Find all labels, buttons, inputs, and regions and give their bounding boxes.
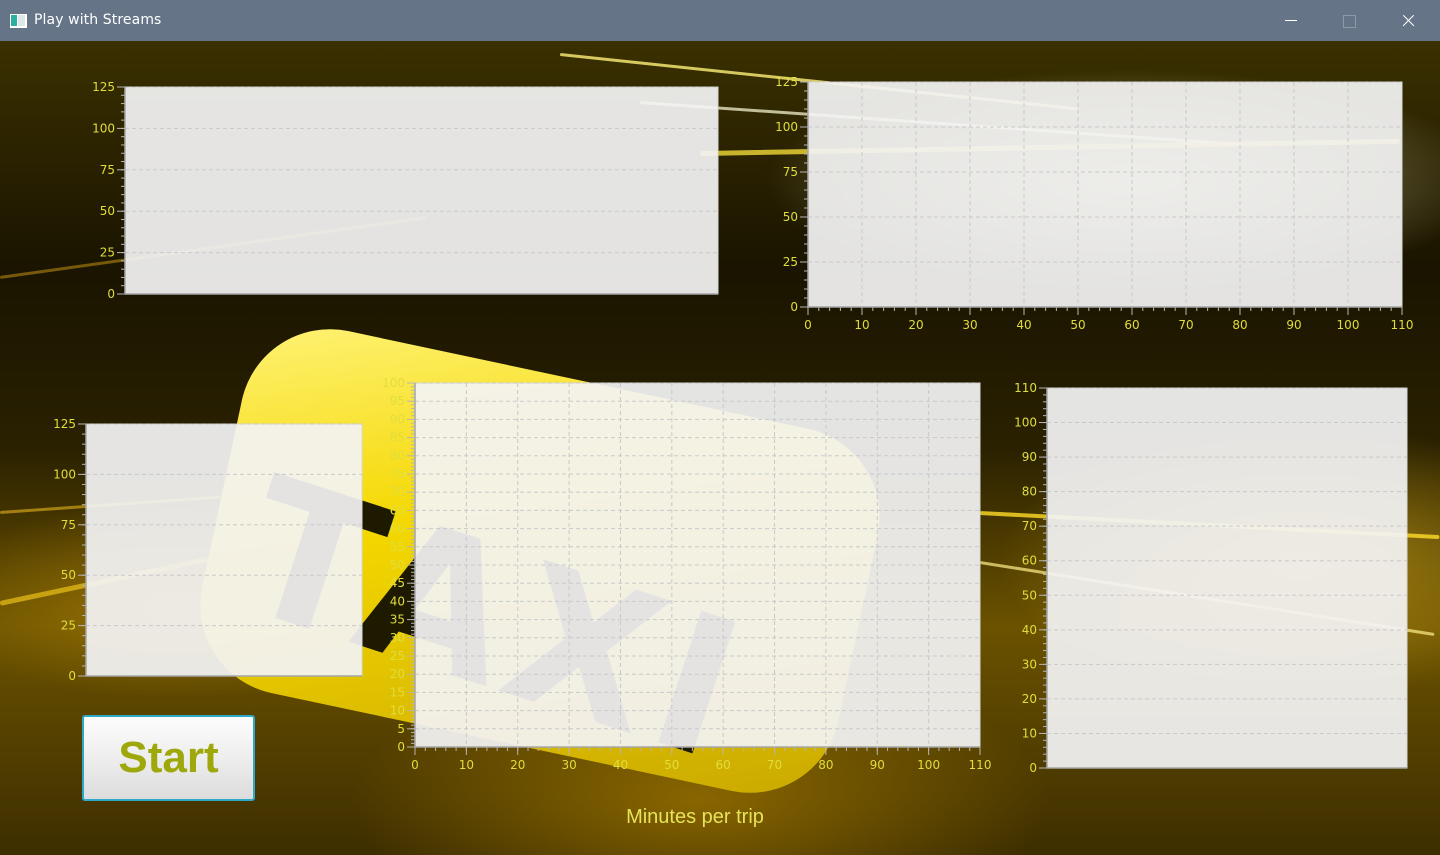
x-tick-label: 20 [510, 758, 525, 772]
chart-right: 0 10 20 30 40 50 60 70 80 90 100 110 [1000, 380, 1420, 780]
y-tick-label: 40 [390, 594, 405, 608]
y-tick-label: 0 [1029, 761, 1037, 775]
y-tick-label: 10 [390, 704, 405, 718]
x-tick-label: 110 [1391, 318, 1414, 332]
y-tick-label: 50 [61, 568, 76, 582]
x-tick-label: 60 [1124, 318, 1139, 332]
y-tick-label: 70 [390, 485, 405, 499]
y-tick-label: 100 [92, 121, 115, 135]
x-tick-label: 0 [411, 758, 419, 772]
y-tick-label: 90 [390, 412, 405, 426]
y-tick-label: 75 [390, 467, 405, 481]
y-tick-label: 0 [107, 287, 115, 301]
chart-top-left: 0 25 50 75 100 125 [80, 80, 730, 310]
x-tick-label: 30 [962, 318, 977, 332]
y-tick-label: 35 [390, 613, 405, 627]
x-tick-label: 90 [870, 758, 885, 772]
y-tick-label: 25 [100, 246, 115, 260]
maximize-icon[interactable] [1320, 0, 1378, 41]
y-tick-label: 45 [390, 576, 405, 590]
y-tick-label: 95 [390, 394, 405, 408]
chart-bottom-left-svg: 0 25 50 75 100 125 [53, 417, 363, 683]
x-tick-label: 50 [1070, 318, 1085, 332]
y-tick-label: 40 [1022, 623, 1037, 637]
plot-area [124, 86, 719, 295]
x-tick-label: 70 [1178, 318, 1193, 332]
chart-center: 0 5 10 15 20 25 30 35 40 45 50 55 60 65 70 75 80 85 90 95 10… [370, 375, 995, 785]
y-tick-label: 20 [1022, 692, 1037, 706]
plot-area [85, 423, 363, 677]
y-tick-label: 110 [1014, 381, 1037, 395]
y-tick-label: 10 [1022, 726, 1037, 740]
x-tick-label: 100 [917, 758, 940, 772]
y-tick-label: 15 [390, 685, 405, 699]
y-tick-label: 100 [53, 467, 76, 481]
x-tick-label: 100 [1337, 318, 1360, 332]
x-tick-label: 0 [804, 318, 812, 332]
x-tick-label: 40 [1016, 318, 1031, 332]
y-tick-label: 20 [390, 667, 405, 681]
close-icon[interactable] [1378, 0, 1436, 41]
y-tick-label: 125 [775, 75, 798, 89]
x-tick-label: 10 [459, 758, 474, 772]
y-tick-label: 25 [783, 255, 798, 269]
y-tick-label: 80 [390, 449, 405, 463]
x-tick-label: 110 [969, 758, 992, 772]
plot-area [807, 81, 1403, 308]
y-tick-label: 30 [1022, 657, 1037, 671]
y-tick-label: 125 [92, 80, 115, 94]
y-tick-label: 60 [1022, 554, 1037, 568]
y-tick-label: 25 [390, 649, 405, 663]
chart-center-svg: 0 5 10 15 20 25 30 35 40 45 50 55 60 65 70 75 80 85 90 95 10… [382, 376, 992, 772]
y-tick-label: 100 [775, 120, 798, 134]
x-tick-label: 30 [561, 758, 576, 772]
x-tick-label: 10 [854, 318, 869, 332]
window-titlebar[interactable]: Play with Streams [0, 0, 1440, 41]
x-tick-label: 80 [818, 758, 833, 772]
y-tick-label: 75 [100, 163, 115, 177]
x-tick-label: 60 [716, 758, 731, 772]
y-tick-label: 5 [397, 722, 405, 736]
y-tick-label: 55 [390, 540, 405, 554]
x-axis-title: Minutes per trip [626, 806, 764, 828]
y-tick-label: 25 [61, 619, 76, 633]
y-tick-label: 70 [1022, 519, 1037, 533]
start-button[interactable]: Start [82, 715, 255, 801]
x-tick-label: 40 [613, 758, 628, 772]
x-tick-label: 50 [664, 758, 679, 772]
y-tick-label: 75 [61, 518, 76, 532]
y-tick-label: 100 [382, 376, 405, 390]
y-tick-label: 50 [1022, 588, 1037, 602]
y-tick-label: 100 [1014, 416, 1037, 430]
y-tick-label: 65 [390, 503, 405, 517]
window-title: Play with Streams [34, 12, 162, 28]
y-tick-label: 80 [1022, 485, 1037, 499]
x-tick-label: 90 [1286, 318, 1301, 332]
y-tick-label: 0 [790, 300, 798, 314]
y-tick-label: 30 [390, 631, 405, 645]
y-tick-label: 90 [1022, 450, 1037, 464]
x-tick-label: 80 [1232, 318, 1247, 332]
y-tick-label: 0 [68, 669, 76, 683]
x-tick-label: 20 [908, 318, 923, 332]
y-tick-label: 75 [783, 165, 798, 179]
y-tick-label: 50 [100, 204, 115, 218]
chart-right-svg: 0 10 20 30 40 50 60 70 80 90 100 110 [1014, 381, 1408, 775]
minimize-icon[interactable] [1262, 0, 1320, 41]
y-tick-label: 50 [390, 558, 405, 572]
window-app-icon [10, 14, 27, 28]
y-tick-label: 0 [397, 740, 405, 754]
chart-top-right-svg: 0 25 50 75 100 125 0 10 20 30 40 50 60 70 80 90 100 110 [775, 75, 1414, 332]
y-tick-label: 60 [390, 522, 405, 536]
y-tick-label: 125 [53, 417, 76, 431]
x-tick-label: 70 [767, 758, 782, 772]
chart-bottom-left: 0 25 50 75 100 125 [40, 415, 370, 690]
y-tick-label: 50 [783, 210, 798, 224]
plot-area [1046, 387, 1408, 769]
chart-top-right: 0 25 50 75 100 125 0 10 20 30 40 50 60 70 80 90 100 110 [770, 75, 1420, 345]
y-tick-label: 85 [390, 431, 405, 445]
chart-top-left-svg: 0 25 50 75 100 125 [92, 80, 719, 301]
